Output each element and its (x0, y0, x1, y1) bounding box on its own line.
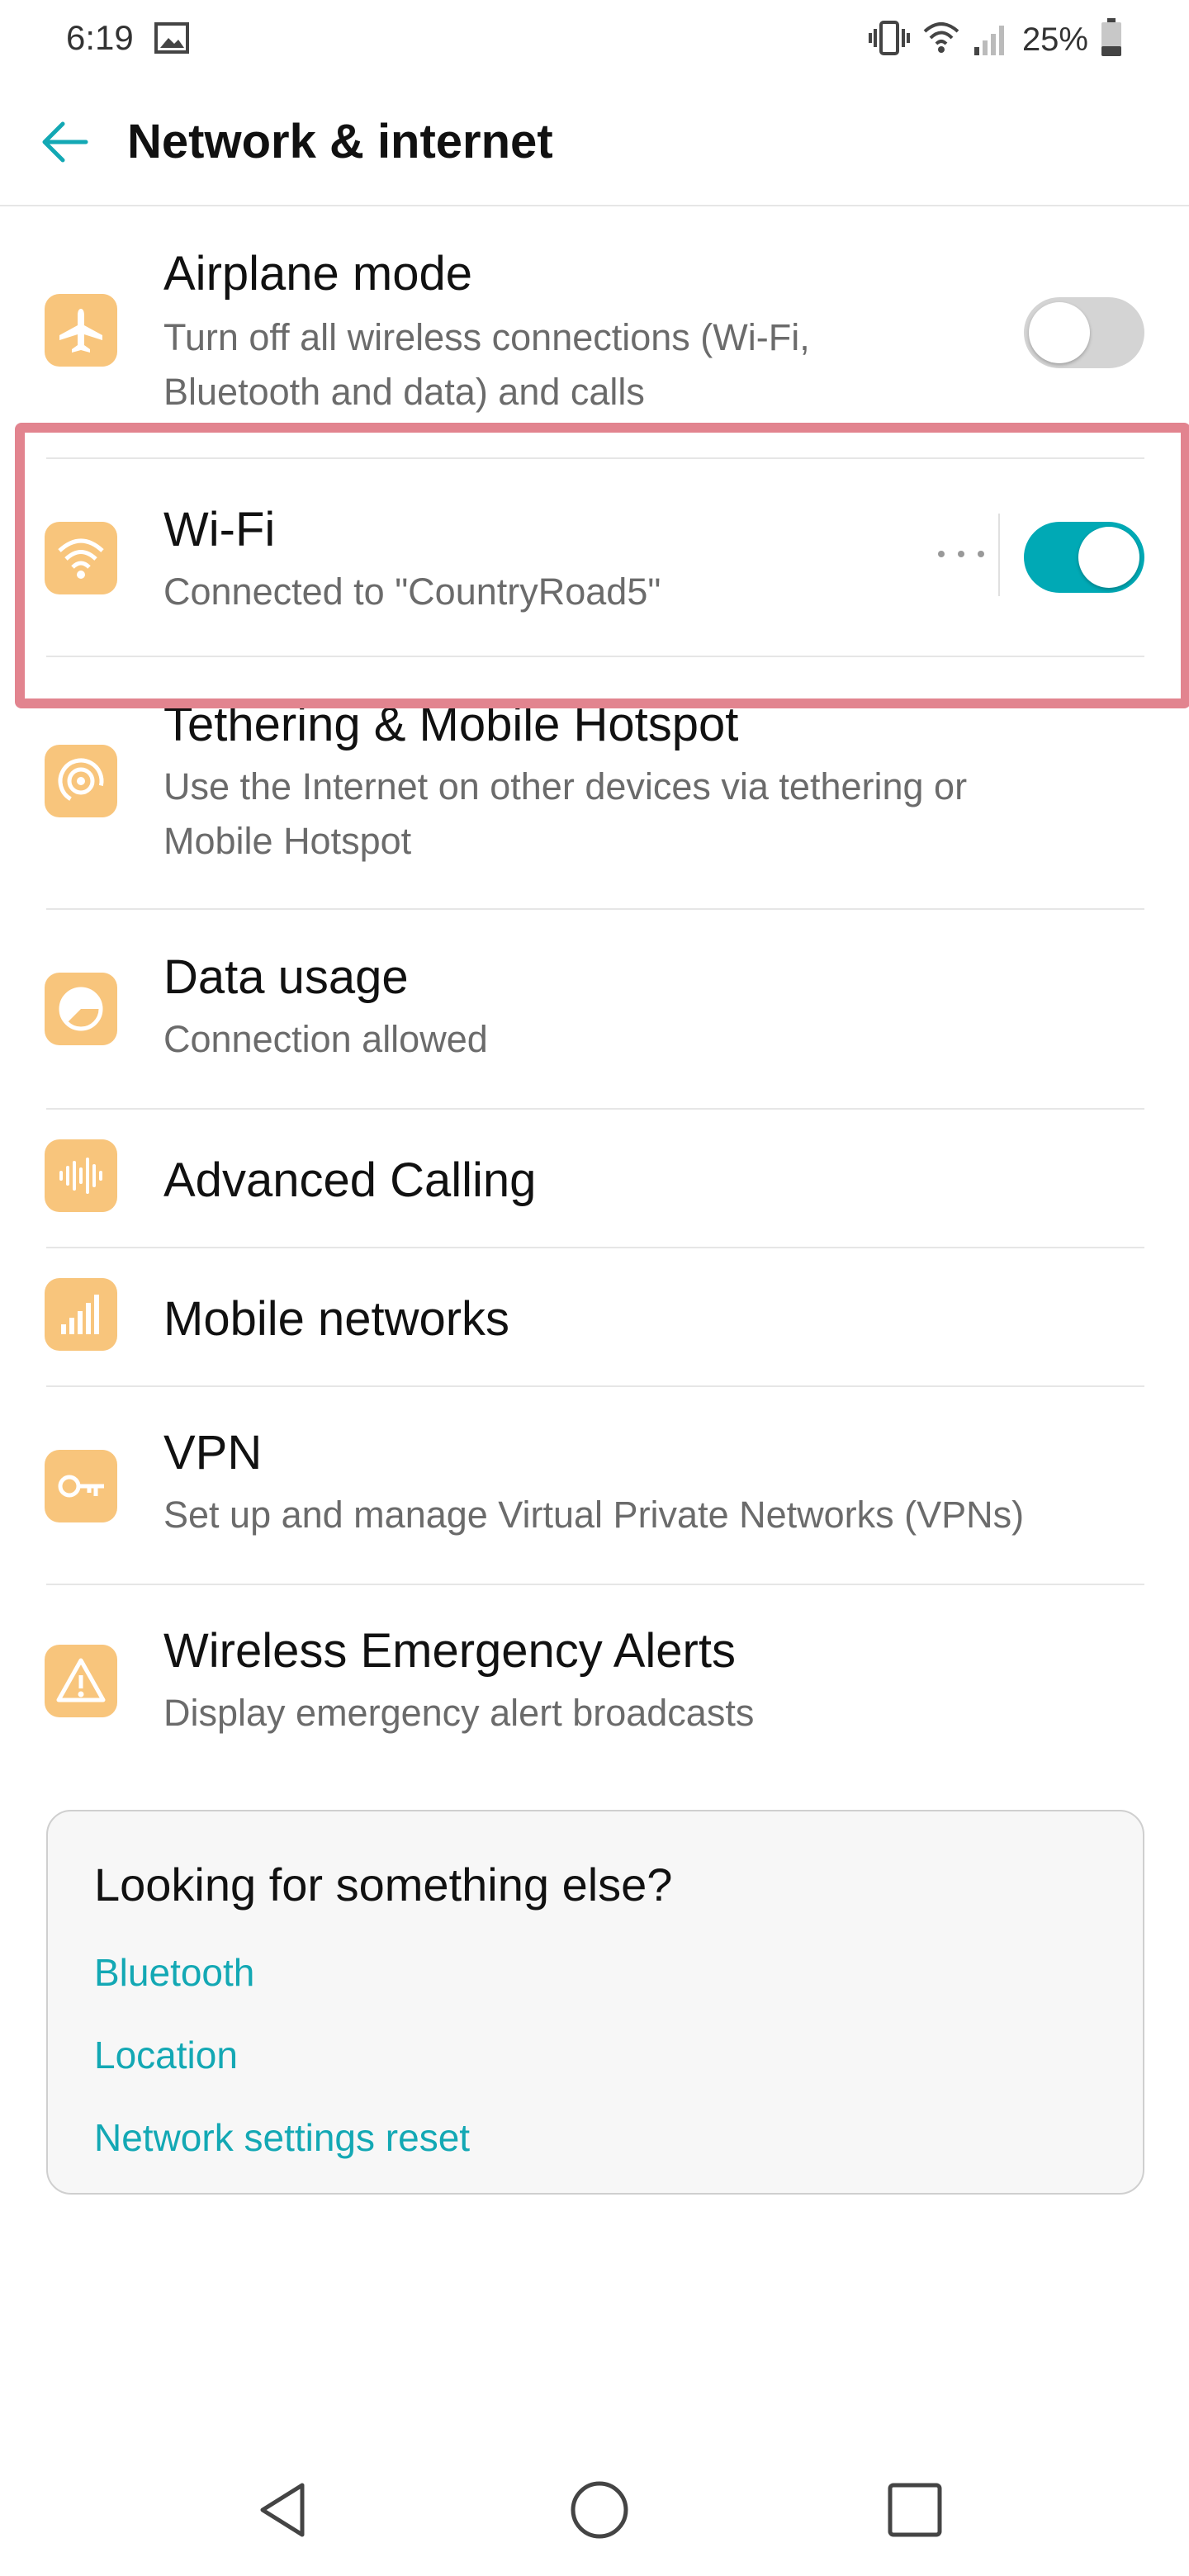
item-subtitle: Set up and manage Virtual Private Networ… (163, 1494, 1025, 1536)
location-link[interactable]: Location (94, 2033, 238, 2077)
hotspot-icon (45, 745, 117, 817)
image-notification-icon (154, 21, 190, 54)
warning-icon (45, 1645, 117, 1717)
data-usage-icon (45, 973, 117, 1045)
wifi-status-icon (921, 18, 961, 62)
item-title: VPN (163, 1426, 263, 1480)
mobile-networks-item[interactable]: Mobile networks (0, 1248, 1189, 1385)
bluetooth-link[interactable]: Bluetooth (94, 1950, 254, 1995)
item-subtitle: Use the Internet on other devices via te… (163, 765, 968, 807)
nav-recents-button[interactable] (865, 2460, 964, 2559)
nav-back-button[interactable] (234, 2460, 334, 2559)
battery-icon (1100, 17, 1123, 62)
triangle-back-icon (260, 2483, 305, 2537)
status-icons: 25% (868, 17, 1123, 63)
airplane-mode-toggle[interactable] (1024, 297, 1144, 368)
vibrate-icon (868, 17, 910, 63)
item-title: Tethering & Mobile Hotspot (163, 698, 739, 751)
item-title: Data usage (163, 950, 409, 1004)
item-title: Wi-Fi (163, 503, 276, 556)
cell-signal-icon (973, 19, 1011, 61)
data-usage-item[interactable]: Data usage Connection allowed (0, 910, 1189, 1108)
back-button[interactable] (30, 107, 99, 177)
item-subtitle: Mobile Hotspot (163, 820, 412, 862)
status-time: 6:19 (66, 18, 134, 57)
signal-bars-icon (45, 1278, 117, 1351)
item-subtitle: Display emergency alert broadcasts (163, 1692, 755, 1734)
item-title: Wireless Emergency Alerts (163, 1624, 736, 1678)
page-title: Network & internet (127, 115, 553, 168)
nav-home-button[interactable] (550, 2460, 649, 2559)
wifi-toggle[interactable] (1024, 522, 1144, 593)
advanced-calling-item[interactable]: Advanced Calling (0, 1110, 1189, 1247)
square-recents-icon (888, 2483, 942, 2537)
back-arrow-icon (42, 121, 88, 163)
item-subtitle: Connection allowed (163, 1018, 488, 1060)
item-title: Airplane mode (163, 247, 472, 301)
item-subtitle: Connected to "CountryRoad5" (163, 571, 661, 613)
app-bar: Network & internet (0, 79, 1189, 206)
sound-wave-icon (45, 1139, 117, 1212)
suggestions-title: Looking for something else? (94, 1859, 673, 1911)
airplane-icon (45, 294, 117, 367)
suggestions-card: Looking for something else? Bluetooth Lo… (46, 1810, 1144, 2195)
wifi-item[interactable]: Wi-Fi Connected to "CountryRoad5" (0, 459, 1189, 656)
circle-home-icon (571, 2481, 628, 2539)
item-subtitle: Turn off all wireless connections (Wi-Fi… (163, 316, 810, 358)
battery-percent: 25% (1021, 21, 1088, 58)
wifi-more-button[interactable] (938, 542, 984, 566)
vpn-item[interactable]: VPN Set up and manage Virtual Private Ne… (0, 1387, 1189, 1584)
airplane-mode-item[interactable]: Airplane mode Turn off all wireless conn… (0, 208, 1189, 456)
network-settings-reset-link[interactable]: Network settings reset (94, 2115, 470, 2160)
item-title: Mobile networks (163, 1292, 510, 1346)
navigation-bar (0, 2444, 1189, 2576)
vertical-separator (998, 514, 1000, 596)
key-icon (45, 1450, 117, 1522)
status-bar: 6:19 25% (0, 0, 1189, 79)
item-subtitle: Bluetooth and data) and calls (163, 371, 645, 413)
emergency-alerts-item[interactable]: Wireless Emergency Alerts Display emerge… (0, 1585, 1189, 1783)
item-title: Advanced Calling (163, 1153, 537, 1207)
wifi-icon (45, 522, 117, 594)
tethering-item[interactable]: Tethering & Mobile Hotspot Use the Inter… (0, 657, 1189, 905)
